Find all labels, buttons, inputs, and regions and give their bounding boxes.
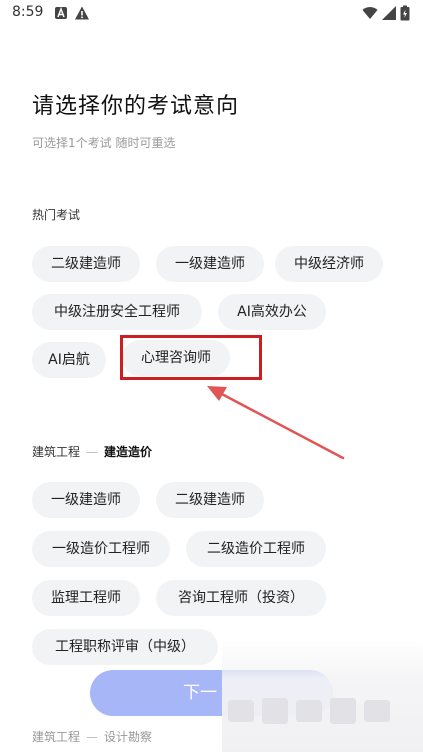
section-label-sub: 设计勘察 bbox=[104, 730, 153, 744]
chip-hot-second-class-constructor[interactable]: 二级建造师 bbox=[32, 246, 140, 282]
section-label-design-survey: 建筑工程 — 设计勘察 bbox=[32, 728, 152, 745]
blur-block bbox=[364, 700, 390, 722]
chip-first-class-constructor[interactable]: 一级建造师 bbox=[32, 482, 140, 518]
chip-second-class-cost-engineer[interactable]: 二级造价工程师 bbox=[186, 531, 326, 567]
chip-hot-psychological-counselor[interactable]: 心理咨询师 bbox=[122, 340, 230, 376]
blur-block bbox=[330, 698, 356, 724]
wifi-icon bbox=[362, 7, 378, 19]
signal-icon bbox=[382, 6, 396, 20]
chip-hot-ai-office[interactable]: AI高效办公 bbox=[218, 294, 326, 330]
section-label-separator: — bbox=[86, 445, 99, 459]
next-button-label: 下一 bbox=[183, 683, 217, 703]
chip-hot-safety-engineer[interactable]: 中级注册安全工程师 bbox=[32, 294, 202, 330]
chip-consulting-engineer-investment[interactable]: 咨询工程师（投资） bbox=[156, 580, 326, 616]
chip-hot-ai-launch[interactable]: AI启航 bbox=[32, 342, 106, 378]
warning-icon bbox=[75, 6, 89, 20]
chip-first-class-cost-engineer[interactable]: 一级造价工程师 bbox=[32, 531, 170, 567]
next-button[interactable]: 下一 bbox=[90, 670, 333, 716]
page-subtitle: 可选择1个考试 随时可重选 bbox=[32, 136, 176, 150]
chip-hot-first-class-constructor[interactable]: 一级建造师 bbox=[156, 246, 264, 282]
section-label-main: 建筑工程 bbox=[32, 730, 81, 744]
section-label-main: 建筑工程 bbox=[32, 445, 81, 459]
section-label-construction-cost: 建筑工程 — 建造造价 bbox=[32, 443, 152, 460]
section-label-sub: 建造造价 bbox=[104, 445, 153, 459]
section-label-hot: 热门考试 bbox=[32, 208, 81, 222]
battery-icon bbox=[400, 5, 410, 21]
chip-hot-intermediate-economist[interactable]: 中级经济师 bbox=[275, 246, 383, 282]
chip-second-class-constructor[interactable]: 二级建造师 bbox=[156, 482, 264, 518]
page-title: 请选择你的考试意向 bbox=[32, 94, 240, 119]
status-time: 8:59 bbox=[12, 4, 44, 20]
chip-engineering-title-review[interactable]: 工程职称评审（中级） bbox=[32, 629, 218, 665]
chip-supervision-engineer[interactable]: 监理工程师 bbox=[32, 580, 140, 616]
notification-a-icon bbox=[55, 6, 67, 19]
section-label-separator: — bbox=[86, 730, 99, 744]
status-bar: 8:59 bbox=[0, 0, 423, 28]
